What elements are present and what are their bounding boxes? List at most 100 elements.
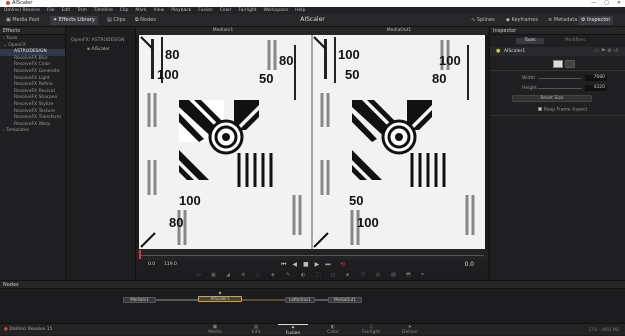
page-edit[interactable]: ▤ Edit <box>241 324 271 335</box>
close-button[interactable]: ✕ <box>617 0 621 7</box>
keyframes-button[interactable]: ◆ Keyframes <box>503 16 541 25</box>
tool-icon[interactable]: ✎ <box>286 272 290 278</box>
node-mediain1[interactable]: MediaIn1 <box>123 297 156 303</box>
tree-label: Tools <box>6 36 18 41</box>
tool-icon[interactable]: ▭ <box>196 272 201 278</box>
tree-item-astrodesign[interactable]: ASTRODESIGN <box>0 49 65 56</box>
inspector-label: Inspector <box>587 17 611 23</box>
menu-trim[interactable]: Trim <box>77 7 87 14</box>
tool-icon[interactable]: ◢ <box>226 272 230 278</box>
reset-size-button[interactable]: Reset Size <box>512 95 592 102</box>
menu-fairlight[interactable]: Fairlight <box>238 7 256 14</box>
tool-icon[interactable]: ◌ <box>256 272 260 278</box>
tool-icon[interactable]: ◐ <box>301 272 305 278</box>
height-field[interactable]: 4320 <box>585 85 607 91</box>
height-label: Height <box>522 86 537 91</box>
menu-clip[interactable]: Clip <box>120 7 129 14</box>
viewer-header: MediaIn1 MediaOut1 <box>136 27 488 35</box>
menu-davinci[interactable]: DaVinci Resolve <box>4 7 40 14</box>
timecode-end[interactable]: 119.0 <box>164 262 177 267</box>
width-slider[interactable] <box>538 78 582 79</box>
tree-item[interactable]: ResolveFX Sharpen <box>0 95 65 102</box>
controls-tab-icon[interactable] <box>553 60 563 68</box>
minimize-button[interactable]: — <box>591 0 596 7</box>
tree-item[interactable]: ResolveFX Transform <box>0 115 65 122</box>
node-mediaout1[interactable]: MediaOut1 <box>328 297 362 303</box>
metadata-label: Metadata <box>553 17 578 23</box>
tree-item[interactable]: ResolveFX Refine <box>0 82 65 89</box>
viewer-left-label: MediaIn1 <box>212 28 234 33</box>
tree-label: ResolveFX Sharpen <box>14 95 58 101</box>
viewer-image[interactable]: 80 100 50 80 100 50 80 100 100 80 50 100 <box>139 35 485 249</box>
menu-view[interactable]: View <box>154 7 165 14</box>
page-label: Fusion <box>285 331 301 336</box>
tree-item-tools[interactable]: › Tools <box>0 36 65 43</box>
height-slider[interactable] <box>538 88 582 89</box>
nodes-header: Nodes <box>0 281 625 289</box>
time-ruler[interactable] <box>136 249 488 260</box>
tool-icon[interactable]: ⌗ <box>421 272 424 278</box>
tree-item[interactable]: ResolveFX Generate <box>0 69 65 76</box>
node-aiscaler1[interactable]: AIScaler1 <box>198 296 242 302</box>
keep-aspect-checkbox[interactable]: Keep Frame Aspect <box>538 107 587 113</box>
inspector-panel: Inspector Tools Modifiers ● AIScaler1 ▭⚑… <box>489 27 625 280</box>
menu-playback[interactable]: Playback <box>171 7 191 14</box>
tool-icon[interactable]: ⊕ <box>241 272 245 278</box>
menu-file[interactable]: File <box>47 7 55 14</box>
menu-workspace[interactable]: Workspace <box>263 7 288 14</box>
current-time[interactable]: 0.0 <box>464 261 474 268</box>
menu-help[interactable]: Help <box>295 7 305 14</box>
tree-item-templates[interactable]: › Templates <box>0 128 65 135</box>
library-item-label: AIScaler <box>91 47 110 52</box>
tool-icon[interactable]: ◈ <box>271 272 275 278</box>
library-item-aiscaler[interactable]: ▪ AIScaler <box>67 43 135 52</box>
tool-icon[interactable]: ▨ <box>391 272 396 278</box>
menu-fusion[interactable]: Fusion <box>198 7 212 14</box>
timecode-start[interactable]: 0.0 <box>148 262 155 267</box>
page-color[interactable]: ◐ Color <box>318 324 348 335</box>
chart-number: 100 <box>357 215 379 230</box>
effects-panel: Effects › Tools ⌄ OpenFX ASTRODESIGN Res… <box>0 27 66 280</box>
tool-icon[interactable]: ⬒ <box>406 272 411 278</box>
splines-button[interactable]: ∿ Splines <box>468 16 498 25</box>
page-fairlight[interactable]: ♫ Fairlight <box>356 324 386 335</box>
loop-icon[interactable]: ⟲ <box>340 261 345 268</box>
inspector-button[interactable]: ⚙ Inspector <box>578 16 614 25</box>
tool-icon[interactable]: ⬡ <box>361 272 365 278</box>
settings-tab-icon[interactable] <box>565 60 575 68</box>
tree-item[interactable]: ResolveFX Stylize <box>0 102 65 109</box>
page-bar: ● DaVinci Resolve 15 ▣ Media ▤ Edit ✦ Fusio… <box>0 323 625 336</box>
tool-icon[interactable]: ▦ <box>211 272 216 278</box>
node-header-icons[interactable]: ▭⚑⚙↺ <box>594 48 620 54</box>
playback-controls[interactable]: ⏮◀■▶⏭ <box>281 261 337 269</box>
tab-tools[interactable]: Tools <box>516 38 544 44</box>
tree-label: Templates <box>6 128 30 134</box>
metadata-button[interactable]: ≡ Metadata <box>545 16 580 25</box>
menu-timeline[interactable]: Timeline <box>94 7 113 14</box>
menu-mark[interactable]: Mark <box>135 7 146 14</box>
tool-icon[interactable]: ◻ <box>331 272 335 278</box>
node-enable-icon[interactable]: ● <box>496 48 500 54</box>
menu-edit[interactable]: Edit <box>61 7 70 14</box>
maximize-button[interactable]: ▢ <box>604 0 609 7</box>
tool-icon[interactable]: ⬚ <box>316 272 321 278</box>
chart-number: 100 <box>338 47 360 62</box>
node-editor[interactable]: Nodes MediaIn1 AIScaler1 Letterbox1 Medi… <box>0 280 625 323</box>
tree-label: ResolveFX Texture <box>14 108 56 114</box>
tool-icon[interactable]: ◎ <box>376 272 380 278</box>
tab-modifiers[interactable]: Modifiers <box>560 38 590 44</box>
page-deliver[interactable]: ➤ Deliver <box>395 324 425 335</box>
node-name: AIScaler1 <box>504 49 526 54</box>
page-label: Color <box>327 330 339 335</box>
menu-color[interactable]: Color <box>220 7 232 14</box>
transport-bar: 0.0 119.0 ⏮◀■▶⏭ ⟲ 0.0 <box>136 260 488 271</box>
tool-icon[interactable]: ⧈ <box>346 272 349 278</box>
node-connections <box>156 291 328 301</box>
chart-number: 80 <box>169 215 183 230</box>
page-fusion[interactable]: ✦ Fusion <box>278 324 308 336</box>
page-media[interactable]: ▣ Media <box>200 324 230 335</box>
chart-number: 100 <box>179 193 201 208</box>
node-letterbox1[interactable]: Letterbox1 <box>285 297 315 303</box>
tree-item[interactable]: ResolveFX Color <box>0 62 65 69</box>
width-field[interactable]: 7680 <box>585 75 607 81</box>
